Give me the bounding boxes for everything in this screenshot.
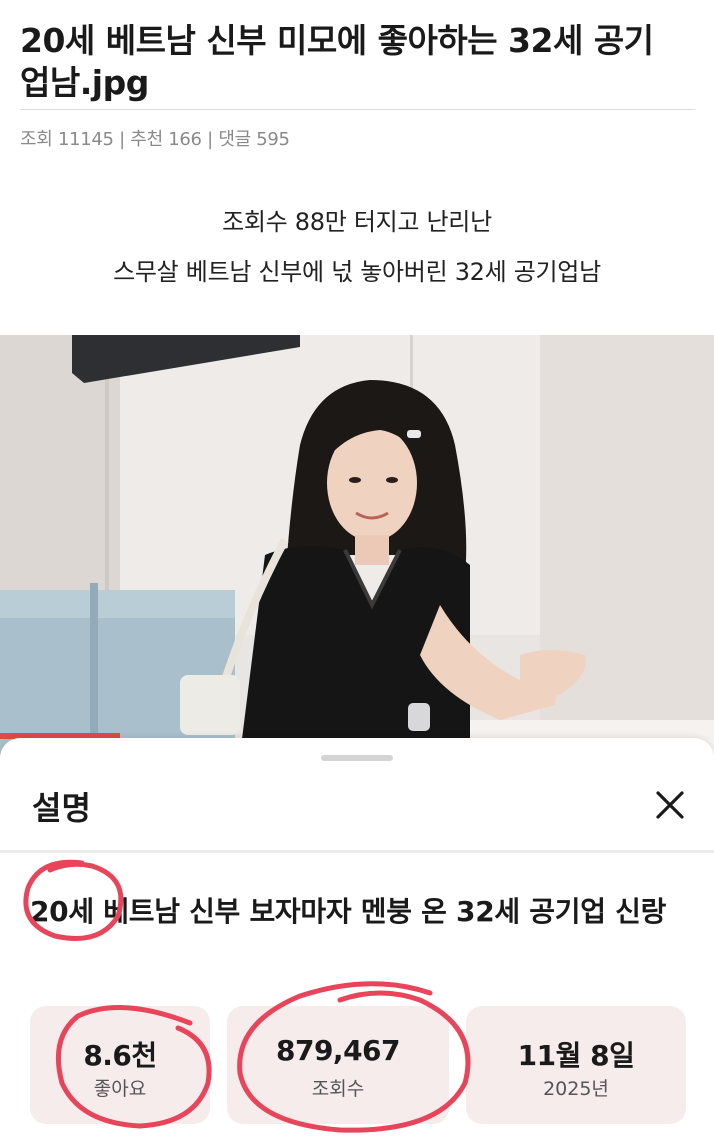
video-title: 20세 베트남 신부 보자마자 멘붕 온 32세 공기업 신랑 bbox=[30, 895, 667, 928]
views-stat: 879,467 조회수 bbox=[227, 1006, 449, 1124]
video-thumbnail[interactable] bbox=[0, 335, 714, 755]
close-icon bbox=[656, 791, 684, 819]
date-label: 2025년 bbox=[543, 1078, 609, 1100]
likes-value: 8.6천 bbox=[83, 1039, 157, 1072]
drag-handle[interactable] bbox=[321, 755, 393, 761]
description-sheet: 설명 20세 베트남 신부 보자마자 멘붕 온 32세 공기업 신랑 8.6천 … bbox=[0, 738, 714, 1143]
likes-label: 좋아요 bbox=[93, 1078, 147, 1100]
thumbnail-illustration bbox=[0, 335, 714, 755]
views-label: 조회수 bbox=[311, 1078, 365, 1100]
page: 20세 베트남 신부 미모에 좋아하는 32세 공기업남.jpg 조회 1114… bbox=[0, 0, 714, 1143]
post-meta: 조회 11145 | 추천 166 | 댓글 595 bbox=[20, 129, 290, 150]
close-button[interactable] bbox=[648, 783, 692, 827]
post-title: 20세 베트남 신부 미모에 좋아하는 32세 공기업남.jpg bbox=[20, 21, 654, 102]
views-value: 879,467 bbox=[275, 1034, 401, 1067]
date-stat: 11월 8일 2025년 bbox=[466, 1006, 686, 1124]
likes-stat: 8.6천 좋아요 bbox=[30, 1006, 210, 1124]
title-divider bbox=[20, 109, 695, 110]
date-value: 11월 8일 bbox=[517, 1039, 635, 1072]
caption-line-1: 조회수 88만 터지고 난리난 bbox=[222, 208, 492, 236]
sheet-title: 설명 bbox=[32, 789, 91, 827]
sheet-divider bbox=[0, 850, 714, 853]
caption-line-2: 스무살 베트남 신부에 넋 놓아버린 32세 공기업남 bbox=[113, 258, 601, 286]
